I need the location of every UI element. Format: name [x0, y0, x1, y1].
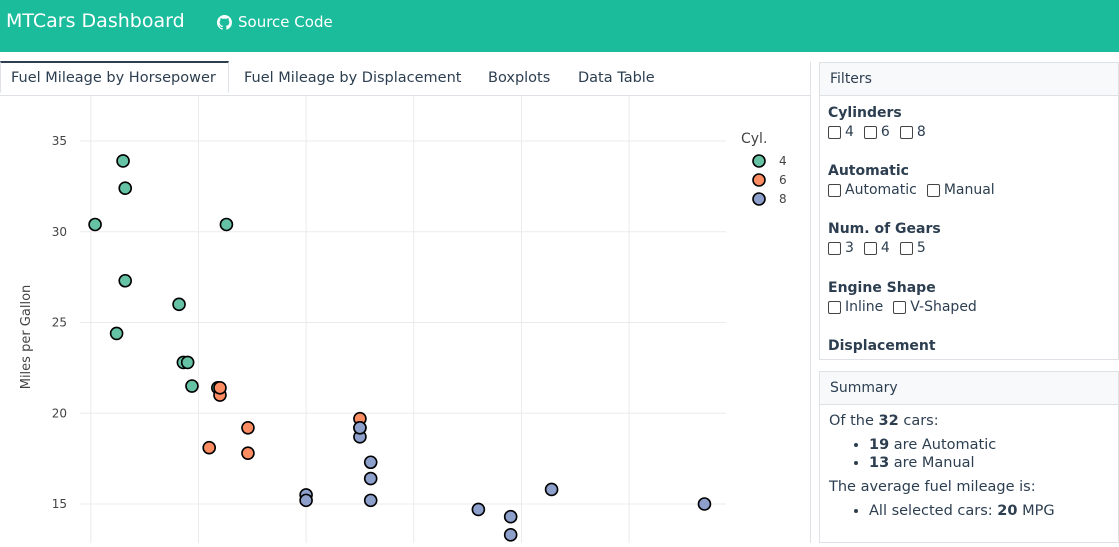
tab-data-table[interactable]: Data Table [578, 62, 655, 95]
checkbox-gear-5[interactable]: 5 [899, 240, 926, 256]
summary-header: Summary [820, 372, 1118, 405]
legend-label-8: 8 [779, 192, 787, 206]
checkbox-automatic[interactable]: Automatic [828, 182, 917, 198]
filter-automatic: Automatic Automatic Manual [828, 163, 995, 198]
point-cyl-8[interactable] [503, 509, 518, 524]
point-cyl-4[interactable] [180, 355, 195, 370]
point-cyl-4[interactable] [219, 217, 234, 232]
legend-label-4: 4 [779, 154, 787, 168]
total-cars: 32 [878, 413, 899, 429]
point-cyl-4[interactable] [116, 154, 130, 168]
legend-marker-8[interactable] [752, 192, 766, 206]
point-cyl-8[interactable] [363, 493, 378, 508]
point-cyl-8[interactable] [363, 455, 378, 470]
scatter-chart[interactable]: 15 20 25 30 35 Miles per Gallon Cyl. 4 6 8 [0, 96, 810, 543]
checkbox-cyl-6[interactable]: 6 [863, 124, 890, 140]
point-cyl-8[interactable] [299, 493, 313, 508]
filters-card: Filters Cylinders 4 6 8 Automatic Automa… [819, 62, 1119, 360]
source-code-label: Source Code [238, 13, 333, 31]
checkbox-cyl-8[interactable]: 8 [899, 124, 926, 140]
avg-mileage-text: The average fuel mileage is: [829, 479, 1036, 495]
point-cyl-8[interactable] [503, 528, 518, 542]
point-cyl-8[interactable] [471, 502, 486, 517]
filter-gears-title: Num. of Gears [828, 221, 941, 237]
data-points [88, 154, 712, 542]
point-cyl-6[interactable] [202, 440, 216, 455]
y-tick-labels: 15 20 25 30 35 [52, 134, 67, 511]
y-tick-label: 30 [52, 225, 67, 239]
point-cyl-8[interactable] [353, 420, 367, 435]
filters-header: Filters [820, 63, 1118, 96]
checkbox-gear-3[interactable]: 3 [828, 240, 854, 256]
point-cyl-4[interactable] [118, 273, 133, 288]
summary-intro: Of the 32 cars: [829, 413, 939, 429]
tab-bar: Fuel Mileage by Horsepower Fuel Mileage … [0, 61, 810, 96]
point-cyl-4[interactable] [88, 217, 102, 232]
legend: Cyl. 4 6 8 [741, 131, 787, 206]
list-item-manual: 13 are Manual [869, 455, 1109, 471]
checkbox-inline[interactable]: Inline [828, 299, 883, 315]
y-tick-label: 20 [52, 406, 67, 420]
point-cyl-8[interactable] [544, 482, 559, 497]
checkbox-cyl-4[interactable]: 4 [828, 124, 854, 140]
legend-marker-6[interactable] [752, 173, 766, 187]
point-cyl-4[interactable] [185, 379, 199, 393]
main-panel: Fuel Mileage by Horsepower Fuel Mileage … [0, 61, 811, 543]
grid-lines [80, 96, 726, 543]
summary-body: Of the 32 cars: 19 are Automatic 13 are … [820, 405, 1118, 535]
tab-fuel-mileage-displacement[interactable]: Fuel Mileage by Displacement [244, 62, 461, 95]
filter-displacement: Displacement [828, 338, 936, 354]
point-cyl-4[interactable] [109, 326, 124, 341]
github-icon [217, 14, 232, 30]
list-item-avg: All selected cars: 20 MPG [869, 503, 1109, 519]
y-axis-label: Miles per Gallon [19, 285, 34, 390]
tab-boxplots[interactable]: Boxplots [488, 62, 550, 95]
legend-title: Cyl. [741, 131, 767, 147]
summary-card: Summary Of the 32 cars: 19 are Automatic… [819, 371, 1119, 543]
point-cyl-4[interactable] [172, 297, 186, 312]
y-tick-label: 35 [52, 134, 67, 148]
filter-engine-shape: Engine Shape Inline V-Shaped [828, 280, 977, 315]
filter-cylinders: Cylinders 4 6 8 [828, 105, 926, 140]
scatter-plot-area: 15 20 25 30 35 Miles per Gallon Cyl. 4 6 8 [0, 96, 810, 543]
legend-label-6: 6 [779, 173, 787, 187]
point-cyl-4[interactable] [118, 181, 133, 195]
transmission-list: 19 are Automatic 13 are Manual [829, 437, 1109, 471]
filter-cylinders-title: Cylinders [828, 105, 902, 121]
checkbox-gear-4[interactable]: 4 [863, 240, 890, 256]
point-cyl-6[interactable] [241, 446, 255, 460]
filter-displacement-title: Displacement [828, 338, 936, 354]
y-tick-label: 25 [52, 316, 67, 330]
checkbox-v-shaped[interactable]: V-Shaped [893, 299, 977, 315]
legend-marker-4[interactable] [752, 154, 766, 168]
app-title[interactable]: MTCars Dashboard [6, 10, 185, 32]
y-tick-label: 15 [52, 497, 67, 511]
navbar: MTCars Dashboard Source Code [0, 0, 1119, 52]
filter-gears: Num. of Gears 3 4 5 [828, 221, 941, 256]
point-cyl-6[interactable] [213, 381, 227, 395]
point-cyl-8[interactable] [697, 497, 712, 511]
avg-list: All selected cars: 20 MPG [829, 503, 1109, 519]
tab-fuel-mileage-horsepower[interactable]: Fuel Mileage by Horsepower [0, 61, 229, 93]
filter-engine-title: Engine Shape [828, 280, 936, 296]
point-cyl-8[interactable] [363, 471, 378, 486]
checkbox-manual[interactable]: Manual [926, 182, 995, 198]
filter-automatic-title: Automatic [828, 163, 909, 179]
list-item-automatic: 19 are Automatic [869, 437, 1109, 453]
point-cyl-6[interactable] [241, 420, 255, 435]
source-code-link[interactable]: Source Code [217, 13, 333, 31]
